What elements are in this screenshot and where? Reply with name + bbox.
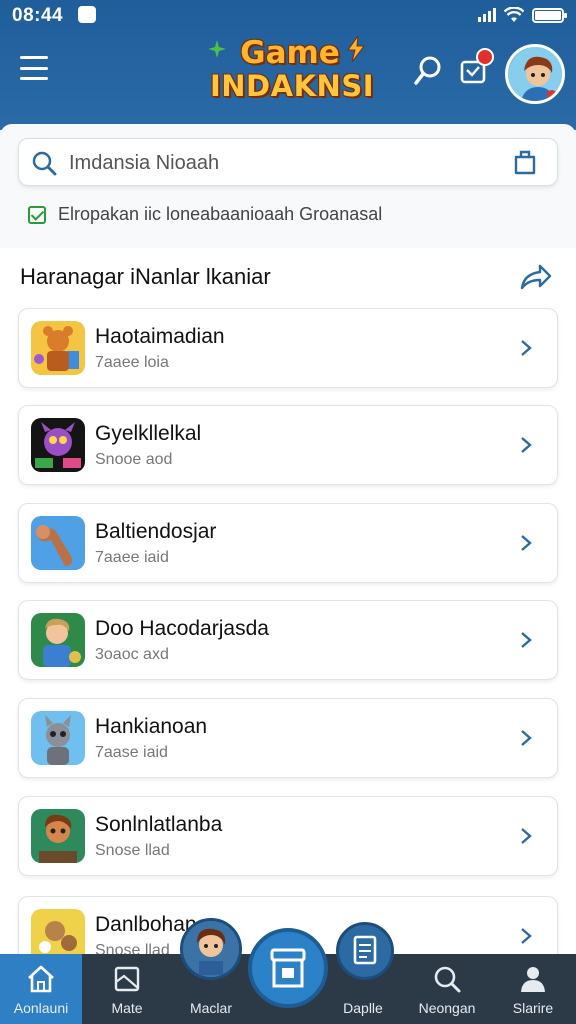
search-icon [32,151,57,176]
logo-subtitle: INDAKNSI [210,69,374,103]
filter-checkbox-label: Elropakan iic loneabaanioaah Groanasal [58,204,383,224]
list-item[interactable]: Baltiendosjar 7aaee iaid [18,503,558,583]
game-title: Doo Hacodarjasda [95,617,269,640]
archive-icon [270,948,306,988]
hamburger-icon[interactable] [20,56,48,80]
game-subtitle: Snooe aod [95,451,173,468]
game-subtitle: Snose llad [95,842,170,859]
status-time: 08:44 [12,5,64,26]
game-subtitle: 7aase iaid [95,744,168,761]
notification-dot [476,48,494,66]
lightning-icon [347,36,365,62]
game-icon-hero [31,613,85,667]
chevron-right-icon [521,632,532,648]
avatar-fab[interactable] [180,918,242,980]
game-title: Sonlnlatlanba [95,813,223,836]
nav-item-mate[interactable]: Mate [86,954,168,1024]
game-title: Danlbohan [95,913,197,936]
search-bar[interactable] [18,138,558,186]
spark-icon [208,40,226,58]
list-item[interactable]: Hankianoan 7aase iaid [18,698,558,778]
search-icon [434,966,461,993]
game-title: Haotaimadian [95,325,225,348]
chevron-right-icon [521,340,532,356]
center-action-button[interactable] [248,928,328,1008]
avatar[interactable] [505,44,565,104]
search-icon[interactable] [412,54,444,88]
list-item[interactable]: Doo Hacodarjasda 3oaoc axd [18,600,558,680]
document-icon [353,935,377,965]
game-icon-warrior [31,809,85,863]
wifi-icon [504,7,524,22]
status-bar: 08:44 [0,0,576,34]
chevron-right-icon [521,437,532,453]
chat-icon[interactable] [458,48,494,88]
nav-item-home[interactable]: Aonlauni [0,954,82,1024]
nav-label: Aonlauni [13,1000,69,1016]
bag-icon[interactable] [513,149,537,175]
game-title: Gyelkllelkal [95,422,202,445]
game-icon-adventure [31,321,85,375]
nav-label: Mate [111,1000,143,1016]
app-logo: Game INDAKNSI [208,36,374,108]
list-item[interactable]: Haotaimadian 7aaee loia [18,308,558,388]
signal-icon [478,8,496,22]
game-icon-fighter [31,516,85,570]
game-subtitle: 7aaee iaid [95,549,169,566]
game-title: Baltiendosjar [95,520,217,543]
filter-checkbox-row[interactable]: Elropakan iic loneabaanioaah Groanasal [28,204,382,225]
game-icon-monster [31,418,85,472]
home-icon [28,965,54,993]
user-icon [521,967,545,992]
nav-label: Neongan [418,1000,476,1016]
filter-checkbox[interactable] [28,205,46,224]
nav-item-slarire[interactable]: Slarire [492,954,574,1024]
status-icons [478,7,567,23]
box-icon [114,966,140,992]
list-item[interactable]: Sonlnlatlanba Snose llad [18,796,558,876]
share-icon[interactable] [518,262,552,292]
chevron-right-icon [521,535,532,551]
notification-badge-icon [78,6,96,23]
list-item[interactable]: Gyelkllelkal Snooe aod [18,405,558,485]
search-input[interactable] [69,147,499,179]
chevron-right-icon [521,828,532,844]
section-title: Haranagar iNanlar lkaniar [20,264,271,289]
chevron-right-icon [521,928,532,944]
nav-label: Slarire [512,1000,554,1016]
nav-item-neongan[interactable]: Neongan [406,954,488,1024]
document-fab[interactable] [336,922,394,980]
game-title: Hankianoan [95,715,208,738]
chevron-right-icon [521,730,532,746]
game-icon-cat [31,711,85,765]
battery-icon [532,7,567,23]
game-subtitle: 7aaee loia [95,354,169,371]
game-subtitle: 3oaoc axd [95,646,169,663]
avatar-icon [183,921,239,977]
nav-label: Daplle [343,1000,383,1016]
nav-label: Maclar [189,1000,232,1016]
